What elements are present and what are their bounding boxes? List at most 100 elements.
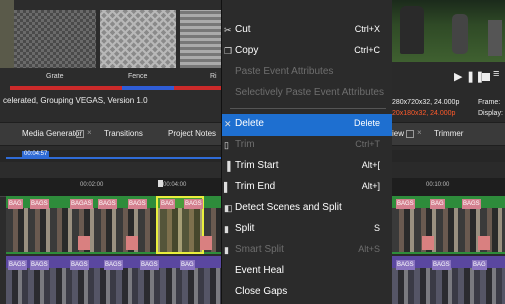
- menu-item-label: Delete: [235, 118, 264, 129]
- tab-restore-icon[interactable]: [406, 130, 414, 138]
- video-info-1: 280x720x32, 24.000p: [392, 99, 460, 106]
- detect-scenes-icon: ◧: [224, 203, 233, 213]
- menu-item-shortcut: S: [373, 223, 380, 233]
- menu-item-shortcut: Delete: [353, 118, 380, 128]
- ruler-mark-2: 00:04:00: [163, 182, 187, 188]
- menu-item-label: Close Gaps: [235, 286, 288, 297]
- display-label: Display:: [478, 110, 503, 117]
- menu-item-smart-split[interactable]: ▮ Smart Split Alt+S: [222, 240, 394, 262]
- clip-tag: BAG: [160, 199, 175, 209]
- clip-tag: BAG: [180, 260, 195, 270]
- menu-item-copy[interactable]: ❐ Copy Ctrl+C: [222, 41, 394, 63]
- menu-item-label: Event Heal: [235, 265, 284, 276]
- clip-red-block: [126, 236, 138, 250]
- clip-tag: BAGS: [8, 260, 27, 270]
- menu-item-label: Smart Split: [235, 244, 284, 255]
- menu-item-label: Selectively Paste Event Attributes: [235, 87, 384, 98]
- tab-view[interactable]: iew: [392, 129, 404, 138]
- timeline-ruler: [0, 178, 222, 197]
- clip-red-block: [78, 236, 90, 250]
- menu-item-label: Paste Event Attributes: [235, 66, 334, 77]
- clip-tag: BAGS: [30, 199, 49, 209]
- stop-icon[interactable]: [482, 73, 490, 81]
- menu-item-shortcut: Ctrl+X: [354, 24, 380, 34]
- menu-item-label: Cut: [235, 24, 251, 35]
- effect-thumb-fence[interactable]: [100, 10, 176, 68]
- clip-tag: BAGS: [184, 199, 203, 209]
- ruler-mark-1: 00:02:00: [80, 182, 104, 188]
- tab-transitions[interactable]: Transitions: [104, 129, 143, 138]
- status-color-bar-blue: [122, 86, 174, 90]
- menu-separator: [230, 108, 386, 109]
- right-track-2-clips[interactable]: [392, 268, 505, 304]
- menu-item-trim[interactable]: ▯ Trim Ctrl+T: [222, 135, 394, 157]
- preview-figure-2: [452, 14, 468, 54]
- clip-tag: BAGS: [98, 199, 117, 209]
- split-icon: ▮: [224, 224, 229, 234]
- trim-icon: ▯: [224, 140, 229, 150]
- menu-item-split[interactable]: ▮ Split S: [222, 219, 394, 241]
- clip-tag: BAGS: [104, 260, 123, 270]
- menu-item-shortcut: Alt+S: [358, 244, 380, 254]
- right-tabs-bar: iew × Trimmer: [392, 122, 505, 146]
- trim-end-icon: ▌: [224, 182, 231, 192]
- menu-more-icon[interactable]: ≡: [493, 68, 499, 80]
- menu-item-cut[interactable]: ✂ Cut Ctrl+X: [222, 20, 394, 42]
- menu-item-shortcut: Ctrl+T: [355, 139, 380, 149]
- menu-item-event-heal[interactable]: Event Heal: [222, 261, 394, 283]
- effects-thumb-strip-bg: [0, 0, 14, 68]
- clip-tag: BAGS: [396, 260, 415, 270]
- menu-item-shortcut: Ctrl+C: [354, 45, 380, 55]
- clip-red-block: [422, 236, 434, 250]
- menu-item-label: Trim End: [235, 181, 276, 192]
- menu-item-trim-end[interactable]: ▌ Trim End Alt+]: [222, 177, 394, 199]
- clip-tag: BAG: [8, 199, 23, 209]
- context-menu: ✂ Cut Ctrl+X ❐ Copy Ctrl+C Paste Event Attribu…: [221, 0, 395, 304]
- tab-media-generator[interactable]: Media Generator: [22, 129, 82, 138]
- menu-item-selectively-paste-event-attributes[interactable]: Selectively Paste Event Attributes: [222, 83, 394, 105]
- clip-tag: BAGAS: [70, 199, 93, 209]
- tab-project-notes[interactable]: Project Notes: [168, 129, 216, 138]
- smart-split-icon: ▮: [224, 245, 229, 255]
- clip-tag: BAGS: [30, 260, 49, 270]
- clip-red-block: [200, 236, 212, 250]
- menu-item-label: Trim: [235, 139, 255, 150]
- right-cursor-strip: [392, 150, 505, 162]
- scissors-icon: ✂: [224, 25, 232, 35]
- status-color-bar-red-2: [174, 86, 222, 90]
- clip-tag: BAG: [472, 260, 487, 270]
- clip-tag: BAG: [430, 199, 445, 209]
- status-color-bar-red: [10, 86, 122, 90]
- menu-item-label: Split: [235, 223, 255, 234]
- menu-item-label: Copy: [235, 45, 259, 56]
- tab-close-icon[interactable]: ×: [87, 128, 92, 137]
- clip-red-block: [478, 236, 490, 250]
- clip-tag: BAGS: [432, 260, 451, 270]
- frame-label: Frame:: [478, 99, 501, 106]
- menu-item-trim-start[interactable]: ▐ Trim Start Alt+[: [222, 156, 394, 178]
- clip-tag: BAGS: [140, 260, 159, 270]
- track-2-clips[interactable]: [6, 268, 222, 304]
- ruler-mark-3: 00:10:00: [426, 182, 450, 188]
- tab-close-icon[interactable]: ×: [417, 128, 422, 137]
- menu-item-close-gaps[interactable]: Close Gaps: [222, 282, 394, 304]
- playhead-marker[interactable]: [158, 180, 163, 187]
- tabs-bar: Media Generator × Transitions Project No…: [0, 122, 222, 146]
- right-pane: ▶ ❚❚ ≡ 280x720x32, 24.000p 20x180x32, 24…: [392, 0, 505, 304]
- video-info-2: 20x180x32, 24.000p: [392, 110, 456, 117]
- menu-item-paste-event-attributes[interactable]: Paste Event Attributes: [222, 62, 394, 84]
- tab-trimmer[interactable]: Trimmer: [434, 129, 463, 138]
- clip-tag: BAGS: [128, 199, 147, 209]
- clip-tag: BAGS: [396, 199, 415, 209]
- play-icon[interactable]: ▶: [454, 70, 462, 83]
- effect-thumb-grate[interactable]: [14, 10, 96, 68]
- clip-tag: BAGS: [462, 199, 481, 209]
- status-text: celerated, Grouping VEGAS, Version 1.0: [3, 96, 148, 105]
- menu-item-delete[interactable]: ✕ Delete Delete: [222, 114, 394, 136]
- menu-item-shortcut: Alt+[: [361, 160, 380, 170]
- menu-item-detect-scenes-and-split[interactable]: ◧ Detect Scenes and Split: [222, 198, 394, 220]
- delete-x-icon: ✕: [224, 119, 232, 129]
- effect-thumb-ri[interactable]: [180, 10, 222, 68]
- tab-restore-icon[interactable]: [76, 130, 84, 138]
- preview-figure-1: [400, 6, 424, 54]
